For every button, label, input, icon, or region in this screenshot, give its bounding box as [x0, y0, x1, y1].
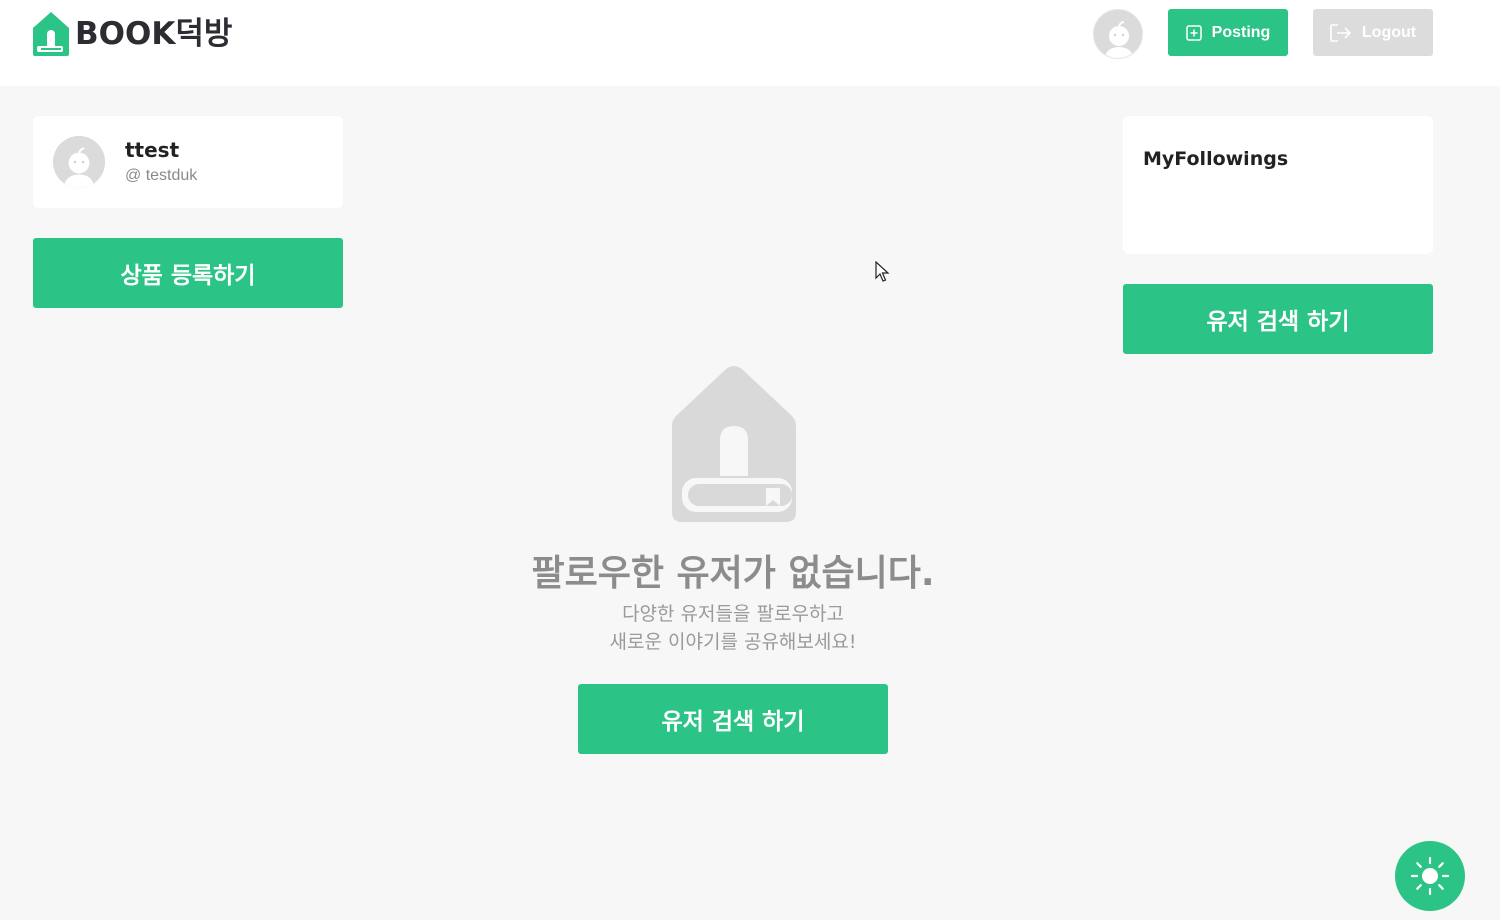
- logo[interactable]: BOOK덕방: [33, 12, 232, 56]
- profile-card[interactable]: ttest @ testduk: [33, 116, 343, 208]
- logout-button[interactable]: Logout: [1313, 9, 1433, 56]
- register-product-button[interactable]: 상품 등록하기: [33, 238, 343, 308]
- house-book-icon: [33, 12, 69, 56]
- default-avatar-icon: [53, 136, 105, 188]
- logo-text: BOOK덕방: [75, 16, 233, 52]
- profile-handle: @ testduk: [125, 167, 198, 184]
- profile-avatar: [53, 136, 105, 188]
- sidebar-user-search-button[interactable]: 유저 검색 하기: [1123, 284, 1433, 354]
- plus-square-icon: [1185, 24, 1202, 41]
- default-avatar-icon: [1094, 10, 1142, 58]
- posting-label: Posting: [1211, 23, 1271, 41]
- profile-name: ttest: [125, 138, 180, 162]
- empty-state-description-line-1: 다양한 유저들을 팔로우하고: [622, 603, 844, 625]
- empty-state-description-line-2: 새로운 이야기를 공유해보세요!: [609, 631, 857, 653]
- mouse-pointer-icon: [875, 261, 890, 282]
- logout-icon: [1330, 23, 1352, 42]
- header-avatar[interactable]: [1093, 9, 1143, 59]
- empty-state-title: 팔로우한 유저가 없습니다.: [531, 553, 935, 594]
- followings-card: MyFollowings: [1123, 116, 1433, 254]
- sun-icon: [1410, 856, 1450, 896]
- user-search-button[interactable]: 유저 검색 하기: [578, 684, 888, 754]
- house-book-icon: [672, 366, 796, 522]
- posting-button[interactable]: Posting: [1168, 9, 1288, 56]
- followings-title: MyFollowings: [1143, 148, 1289, 170]
- logout-label: Logout: [1361, 23, 1417, 41]
- top-header: BOOK덕방 Posting Logout: [0, 0, 1500, 86]
- theme-toggle-button[interactable]: [1395, 841, 1465, 911]
